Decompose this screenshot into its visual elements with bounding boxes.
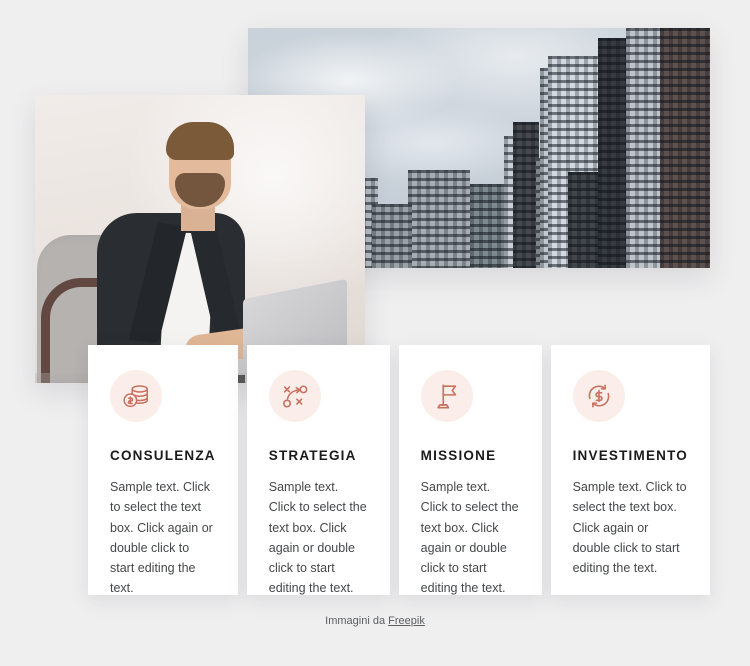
person-hair [166, 122, 234, 160]
building [372, 204, 412, 268]
card-title: INVESTIMENTO [572, 448, 689, 463]
image-credit: Immagini da Freepik [0, 615, 750, 627]
page-canvas: CONSULENZA Sample text. Click to select … [0, 0, 750, 666]
flag-icon [420, 370, 473, 422]
feature-card-strategia[interactable]: STRATEGIA Sample text. Click to select t… [246, 345, 390, 595]
credit-prefix: Immagini da [325, 615, 389, 627]
building [408, 170, 470, 268]
card-body: Sample text. Click to select the text bo… [268, 480, 367, 596]
freepik-link[interactable]: Freepik [388, 615, 425, 627]
card-body: Sample text. Click to select the text bo… [110, 480, 213, 596]
businessman-laptop-image [35, 95, 365, 383]
card-title: MISSIONE [420, 448, 497, 463]
card-body: Sample text. Click to select the text bo… [420, 480, 519, 596]
feature-card-consulenza[interactable]: CONSULENZA Sample text. Click to select … [88, 345, 238, 595]
building [660, 28, 710, 268]
card-body: Sample text. Click to select the text bo… [572, 480, 687, 575]
card-title: STRATEGIA [268, 448, 357, 463]
feature-card-missione[interactable]: MISSIONE Sample text. Click to select th… [398, 345, 542, 595]
feature-cards: CONSULENZA Sample text. Click to select … [88, 345, 711, 595]
card-title: CONSULENZA [110, 448, 216, 463]
coins-stack-dollar-icon [110, 370, 162, 422]
strategy-playbook-icon [268, 370, 321, 422]
dollar-refresh-icon [572, 370, 625, 422]
feature-card-investimento[interactable]: INVESTIMENTO Sample text. Click to selec… [550, 345, 711, 595]
